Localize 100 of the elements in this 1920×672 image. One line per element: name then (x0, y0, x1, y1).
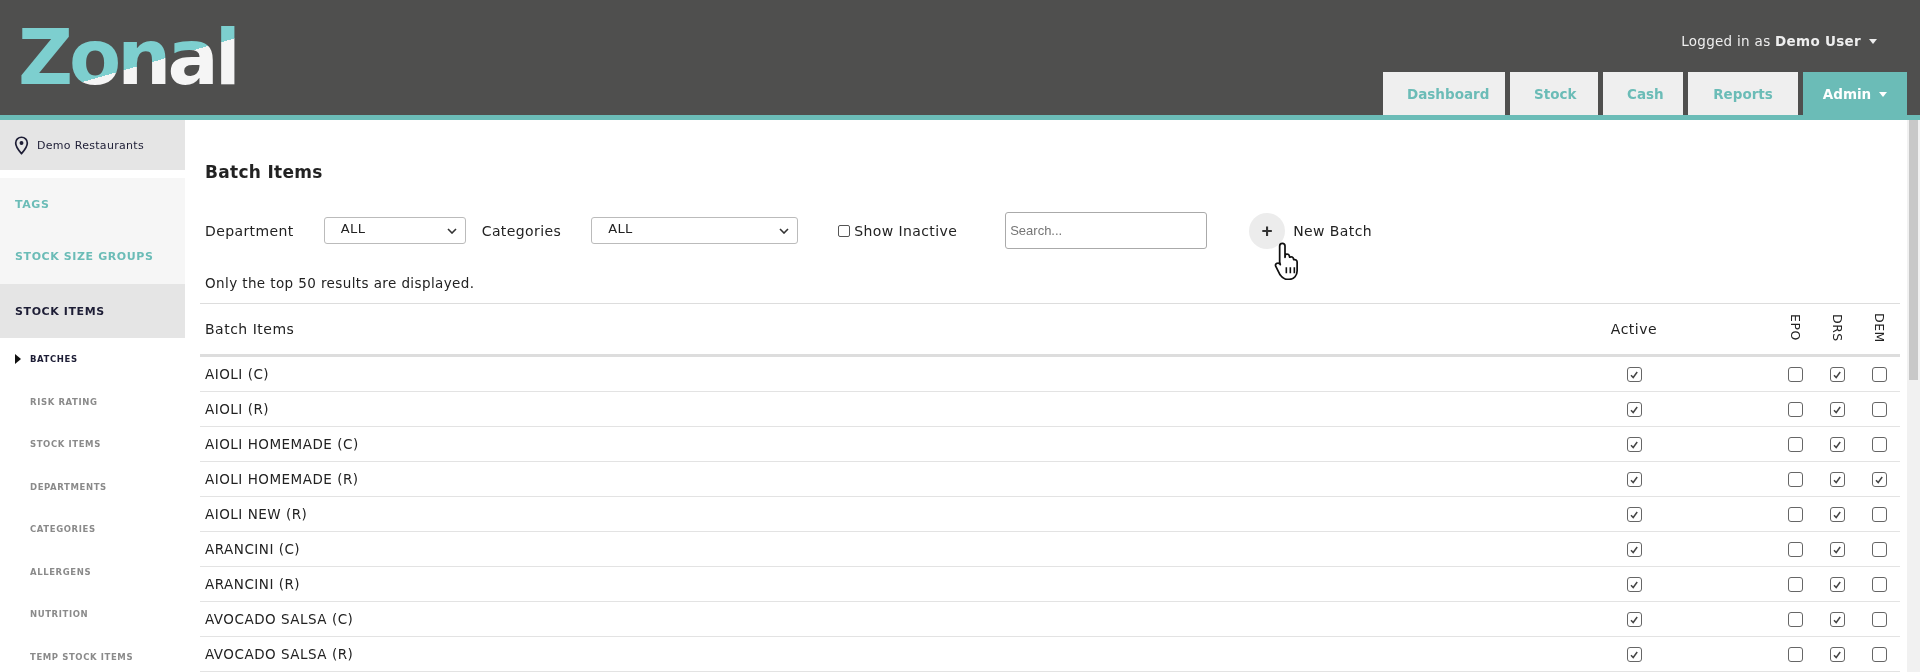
checkbox[interactable] (1871, 437, 1887, 453)
checkbox[interactable] (1871, 472, 1887, 488)
checkbox[interactable] (1871, 507, 1887, 523)
user-menu[interactable]: Logged in as Demo User (1681, 33, 1877, 49)
checkbox[interactable] (1871, 612, 1887, 628)
checkbox[interactable] (1787, 472, 1803, 488)
table-cell: AIOLI (R) (200, 391, 1594, 427)
nav-tab[interactable]: Cash (1603, 72, 1683, 115)
table-cell: AVOCADO SALSA (R) (200, 636, 1594, 672)
table-cell: AIOLI HOMEMADE (R) (200, 461, 1594, 497)
checkbox[interactable] (1829, 647, 1845, 663)
checkbox[interactable] (1871, 367, 1887, 383)
check-icon (1629, 369, 1639, 380)
scrollbar[interactable] (1907, 120, 1920, 672)
checkbox[interactable] (1787, 542, 1803, 558)
caret-icon (1869, 39, 1877, 44)
nav-tab[interactable]: Stock (1510, 72, 1598, 115)
check-icon (1629, 474, 1639, 485)
checkbox[interactable] (1626, 542, 1642, 558)
sidebar-section[interactable]: STOCK ITEMS (0, 284, 185, 338)
chevron-icon (446, 227, 457, 234)
chevron-icon (779, 227, 790, 234)
checkbox[interactable] (1626, 507, 1642, 523)
sidebar-item[interactable]: CATEGORIES (0, 508, 185, 551)
checkbox[interactable] (1871, 542, 1887, 558)
sidebar-item[interactable]: ALLERGENS (0, 550, 185, 593)
checkbox[interactable] (1787, 612, 1803, 628)
check-icon (1832, 544, 1842, 555)
checkbox[interactable] (1829, 402, 1845, 418)
nav-tab[interactable]: Reports (1688, 72, 1798, 115)
checkbox[interactable] (1787, 437, 1803, 453)
checkbox[interactable] (1787, 402, 1803, 418)
table-cell: AIOLI NEW (R) (200, 496, 1594, 532)
checkbox[interactable] (1626, 647, 1642, 663)
sidebar-item[interactable]: BATCHES (0, 338, 185, 381)
check-icon (1832, 509, 1842, 520)
column-header: Batch Items (200, 303, 1594, 356)
sidebar-item[interactable]: NUTRITION (0, 593, 185, 636)
check-icon (1874, 474, 1884, 485)
checkbox[interactable] (1626, 472, 1642, 488)
checkbox[interactable] (1871, 647, 1887, 663)
check-icon (1629, 509, 1639, 520)
show-inactive-label: Show Inactive (854, 222, 958, 239)
sidebar-section[interactable]: TAGS (0, 178, 185, 230)
check-icon (1832, 369, 1842, 380)
check-icon (1629, 404, 1639, 415)
checkbox[interactable] (1829, 577, 1845, 593)
table-cell: ARANCINI (R) (200, 566, 1594, 602)
sidebar-section[interactable]: STOCK SIZE GROUPS (0, 230, 185, 282)
table-cell: AIOLI (C) (200, 355, 1594, 392)
checkbox[interactable] (1829, 367, 1845, 383)
results-note: Only the top 50 results are displayed. (205, 275, 476, 293)
checkbox[interactable] (1829, 542, 1845, 558)
checkbox[interactable] (1787, 367, 1803, 383)
checkbox[interactable] (1787, 507, 1803, 523)
checkbox[interactable] (1626, 612, 1642, 628)
location-selector[interactable]: Demo Restaurants (0, 120, 185, 170)
department-select[interactable]: ALL (323, 217, 466, 244)
categories-label: Categories (481, 222, 562, 239)
check-icon (1629, 544, 1639, 555)
location-name: Demo Restaurants (37, 138, 144, 152)
checkbox[interactable] (1829, 612, 1845, 628)
check-icon (1832, 439, 1842, 450)
check-icon (1832, 649, 1842, 660)
checkbox[interactable] (1626, 437, 1642, 453)
check-icon (1629, 649, 1639, 660)
check-icon (1832, 579, 1842, 590)
checkbox[interactable] (1871, 577, 1887, 593)
check-icon (1629, 614, 1639, 625)
sidebar-item[interactable]: STOCK ITEMS (0, 423, 185, 466)
check-icon (1832, 614, 1842, 625)
sidebar-item[interactable]: DEPARTMENTS (0, 465, 185, 508)
checkbox[interactable] (1626, 402, 1642, 418)
department-label: Department (205, 222, 294, 239)
checkbox[interactable] (1787, 577, 1803, 593)
nav-tab[interactable]: Admin (1803, 72, 1907, 115)
triangle-icon (15, 354, 21, 364)
checkbox[interactable] (1829, 472, 1845, 488)
checkbox[interactable] (1626, 577, 1642, 593)
column-header: DEM (1871, 312, 1887, 343)
sidebar-item[interactable]: TEMP STOCK ITEMS (0, 635, 185, 672)
column-header: DRS (1829, 313, 1845, 342)
categories-select[interactable]: ALL (591, 217, 799, 244)
sidebar-item[interactable]: RISK RATING (0, 380, 185, 423)
check-icon (1832, 404, 1842, 415)
checkbox[interactable] (1829, 507, 1845, 523)
search-field[interactable]: Search... (1005, 212, 1208, 249)
checkbox[interactable] (1787, 647, 1803, 663)
checkbox[interactable] (1626, 367, 1642, 383)
column-header: Active (1610, 321, 1658, 337)
table-cell: AIOLI HOMEMADE (C) (200, 426, 1594, 462)
add-button[interactable]: + (1249, 212, 1286, 249)
page-title: Batch Items (205, 162, 324, 184)
new-batch-label[interactable]: New Batch (1293, 222, 1372, 239)
nav-tab[interactable]: Dashboard (1383, 72, 1505, 115)
checkbox[interactable] (1871, 402, 1887, 418)
check-icon (1629, 439, 1639, 450)
location-pin-icon (14, 135, 29, 155)
checkbox[interactable] (1829, 437, 1845, 453)
column-header: EPO (1787, 314, 1803, 341)
